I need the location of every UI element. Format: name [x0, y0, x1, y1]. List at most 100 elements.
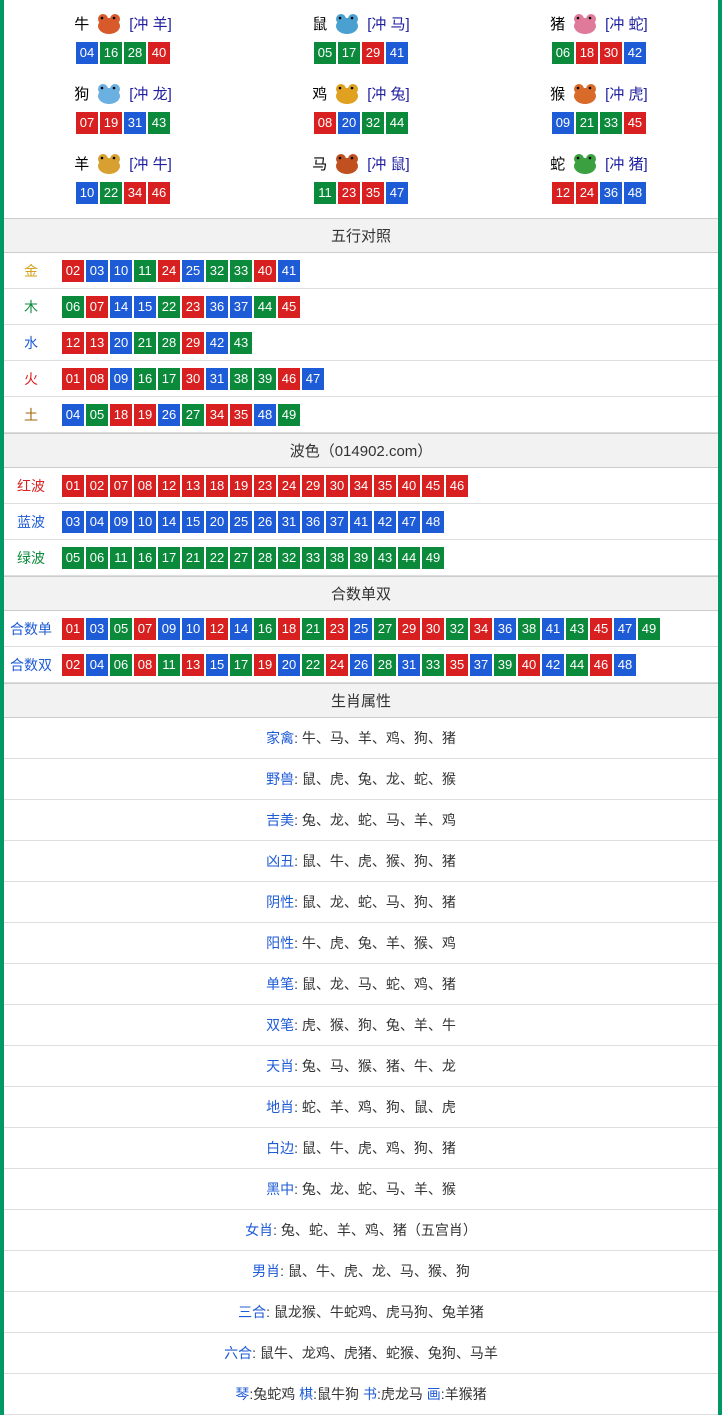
number-ball: 05: [86, 404, 108, 426]
number-ball: 30: [182, 368, 204, 390]
number-ball: 06: [86, 547, 108, 569]
number-ball: 48: [422, 511, 444, 533]
number-ball: 14: [158, 511, 180, 533]
zodiac-header: 狗[冲 龙]: [4, 80, 242, 106]
number-ball: 22: [206, 547, 228, 569]
number-ball: 35: [446, 654, 468, 676]
zodiac-cell: 猪[冲 蛇]06183042: [480, 4, 718, 74]
number-ball: 41: [386, 42, 408, 64]
number-ball: 45: [422, 475, 444, 497]
zodiac-conflict: [冲 蛇]: [605, 13, 648, 34]
zodiac-cell: 牛[冲 羊]04162840: [4, 4, 242, 74]
number-ball: 04: [86, 654, 108, 676]
zodiac-cell: 狗[冲 龙] 07193143: [4, 74, 242, 144]
zodiac-name: 牛: [74, 13, 89, 34]
attr-row: 女肖: 兔、蛇、羊、鸡、猪（五宫肖）: [4, 1210, 718, 1251]
footer-val: :虎龙马: [377, 1386, 423, 1402]
attr-row: 阳性: 牛、虎、兔、羊、猴、鸡: [4, 923, 718, 964]
number-ball: 45: [624, 112, 646, 134]
attr-label: 单笔: [266, 976, 294, 992]
number-ball: 11: [110, 547, 132, 569]
row-balls: 02031011242532334041: [58, 254, 304, 288]
zodiac-balls: 08203244: [242, 112, 480, 134]
number-ball: 24: [278, 475, 300, 497]
attr-value: 兔、蛇、羊、鸡、猪（五宫肖）: [281, 1222, 477, 1238]
number-ball: 29: [182, 332, 204, 354]
attr-value: 鼠龙猴、牛蛇鸡、虎马狗、兔羊猪: [274, 1304, 484, 1320]
zodiac-conflict: [冲 虎]: [605, 83, 648, 104]
number-ball: 13: [182, 475, 204, 497]
zodiac-name: 蛇: [550, 153, 565, 174]
number-ball: 20: [338, 112, 360, 134]
table-row: 红波0102070812131819232429303435404546: [4, 468, 718, 504]
number-ball: 18: [576, 42, 598, 64]
rat-icon: [329, 10, 365, 36]
number-ball: 47: [302, 368, 324, 390]
number-ball: 35: [230, 404, 252, 426]
row-label: 土: [4, 399, 58, 431]
number-ball: 19: [100, 112, 122, 134]
attr-value: 鼠、虎、兔、龙、蛇、猴: [302, 771, 456, 787]
zodiac-name: 鼠: [312, 13, 327, 34]
number-ball: 27: [374, 618, 396, 640]
number-ball: 21: [302, 618, 324, 640]
row-label: 火: [4, 363, 58, 395]
number-ball: 48: [254, 404, 276, 426]
number-ball: 12: [552, 182, 574, 204]
attr-sep: :: [294, 1099, 302, 1115]
attr-sep: :: [273, 1222, 281, 1238]
row-label: 合数单: [4, 613, 58, 645]
zodiac-cell: 马[冲 鼠]11233547: [242, 144, 480, 214]
attr-label: 地肖: [266, 1099, 294, 1115]
number-ball: 16: [254, 618, 276, 640]
row-balls: 0108091617303138394647: [58, 362, 328, 396]
zodiac-balls: 07193143: [4, 112, 242, 134]
number-ball: 20: [110, 332, 132, 354]
attr-row: 黑中: 兔、龙、蛇、马、羊、猴: [4, 1169, 718, 1210]
attr-label: 阴性: [266, 894, 294, 910]
zodiac-header: 鸡[冲 兔]: [242, 80, 480, 106]
attr-value: 兔、龙、蛇、马、羊、鸡: [302, 812, 456, 828]
shuxing-table: 家禽: 牛、马、羊、鸡、狗、猪野兽: 鼠、虎、兔、龙、蛇、猴吉美: 兔、龙、蛇、…: [4, 718, 718, 1374]
attr-row: 家禽: 牛、马、羊、鸡、狗、猪: [4, 718, 718, 759]
number-ball: 33: [600, 112, 622, 134]
number-ball: 34: [124, 182, 146, 204]
attr-value: 鼠、牛、虎、龙、马、猴、狗: [288, 1263, 470, 1279]
number-ball: 24: [576, 182, 598, 204]
bose-table: 红波0102070812131819232429303435404546蓝波03…: [4, 468, 718, 576]
number-ball: 24: [326, 654, 348, 676]
number-ball: 18: [278, 618, 300, 640]
attr-sep: :: [294, 1058, 302, 1074]
attr-row: 阴性: 鼠、龙、蛇、马、狗、猪: [4, 882, 718, 923]
attr-row: 吉美: 兔、龙、蛇、马、羊、鸡: [4, 800, 718, 841]
snake-icon: [567, 150, 603, 176]
number-ball: 09: [552, 112, 574, 134]
row-balls: 0102070812131819232429303435404546: [58, 469, 472, 503]
number-ball: 48: [614, 654, 636, 676]
attr-row: 地肖: 蛇、羊、鸡、狗、鼠、虎: [4, 1087, 718, 1128]
attr-label: 天肖: [266, 1058, 294, 1074]
number-ball: 33: [302, 547, 324, 569]
number-ball: 47: [614, 618, 636, 640]
number-ball: 46: [590, 654, 612, 676]
number-ball: 17: [158, 547, 180, 569]
attr-row: 三合: 鼠龙猴、牛蛇鸡、虎马狗、兔羊猪: [4, 1292, 718, 1333]
number-ball: 33: [230, 260, 252, 282]
number-ball: 14: [230, 618, 252, 640]
number-ball: 31: [398, 654, 420, 676]
number-ball: 47: [386, 182, 408, 204]
number-ball: 09: [158, 618, 180, 640]
number-ball: 10: [182, 618, 204, 640]
section-heshu-title: 合数单双: [4, 576, 718, 611]
number-ball: 12: [206, 618, 228, 640]
attr-label: 家禽: [266, 730, 294, 746]
number-ball: 22: [302, 654, 324, 676]
number-ball: 10: [76, 182, 98, 204]
number-ball: 46: [148, 182, 170, 204]
heshu-table: 合数单0103050709101214161821232527293032343…: [4, 611, 718, 683]
number-ball: 03: [86, 618, 108, 640]
number-ball: 38: [518, 618, 540, 640]
number-ball: 19: [254, 654, 276, 676]
number-ball: 01: [62, 618, 84, 640]
number-ball: 27: [230, 547, 252, 569]
